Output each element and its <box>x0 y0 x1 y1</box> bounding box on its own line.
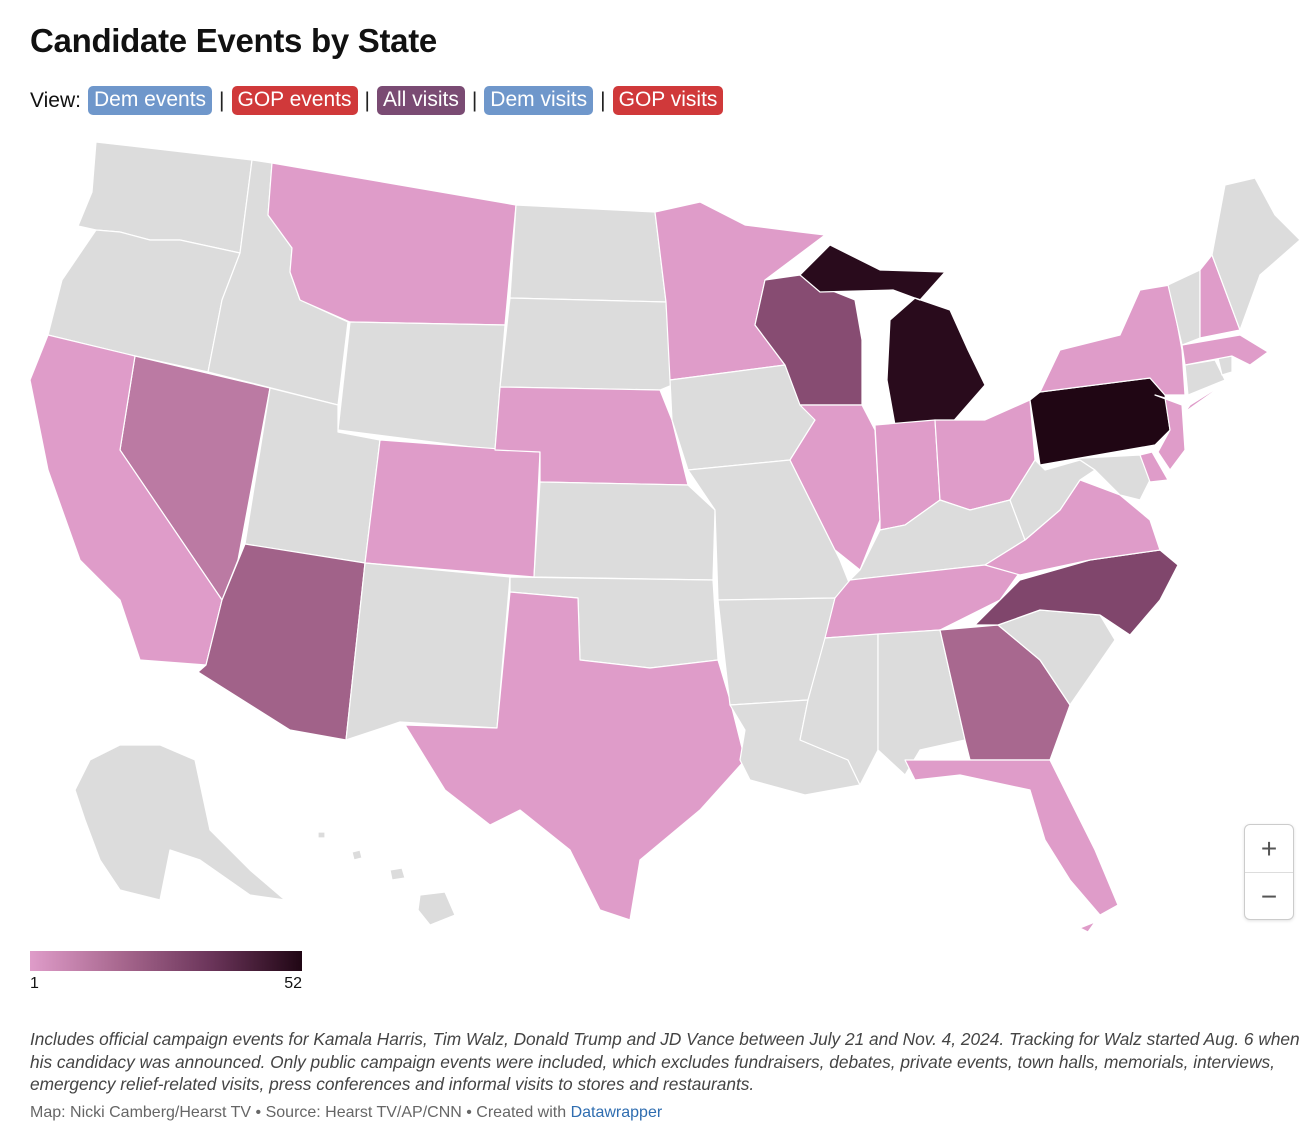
view-separator: | <box>364 88 370 112</box>
legend-gradient-bar <box>30 951 302 971</box>
chart-title: Candidate Events by State <box>30 22 437 59</box>
view-separator: | <box>219 88 225 112</box>
zoom-controls: + − <box>1244 824 1294 920</box>
state-hi[interactable] <box>317 831 456 926</box>
view-option-gop-events[interactable]: GOP events <box>231 86 358 115</box>
state-ak[interactable] <box>74 744 286 901</box>
view-separator: | <box>471 88 478 112</box>
view-option-dem-events[interactable]: Dem events <box>87 86 213 115</box>
view-separator: | <box>600 88 606 112</box>
zoom-in-button[interactable]: + <box>1245 825 1293 872</box>
state-fl[interactable] <box>904 759 1119 933</box>
methodology-note: Includes official campaign events for Ka… <box>30 1029 1300 1094</box>
view-option-dem-visits[interactable]: Dem visits <box>484 86 594 115</box>
state-mt[interactable] <box>267 162 517 326</box>
view-option-gop-visits[interactable]: GOP visits <box>612 86 724 115</box>
us-choropleth-map <box>29 141 1301 933</box>
legend-max-label: 52 <box>284 975 302 992</box>
source-line: Map: Nicki Camberg/Hearst TV • Source: H… <box>30 1104 662 1122</box>
color-legend: 1 52 <box>30 951 302 992</box>
state-nd[interactable] <box>509 204 667 303</box>
state-ks[interactable] <box>533 481 716 581</box>
zoom-out-button[interactable]: − <box>1245 872 1293 919</box>
view-selector: View: Dem events | GOP events | All visi… <box>30 86 724 115</box>
state-ct[interactable] <box>1184 359 1226 396</box>
state-co[interactable] <box>364 439 541 578</box>
state-sd[interactable] <box>499 297 673 391</box>
view-label: View: <box>30 88 81 112</box>
datawrapper-link[interactable]: Datawrapper <box>571 1104 663 1121</box>
legend-min-label: 1 <box>30 975 39 992</box>
source-text: Map: Nicki Camberg/Hearst TV • Source: H… <box>30 1104 571 1121</box>
state-wy[interactable] <box>337 321 506 451</box>
state-nm[interactable] <box>345 562 511 741</box>
view-option-all-visits[interactable]: All visits <box>376 86 465 115</box>
